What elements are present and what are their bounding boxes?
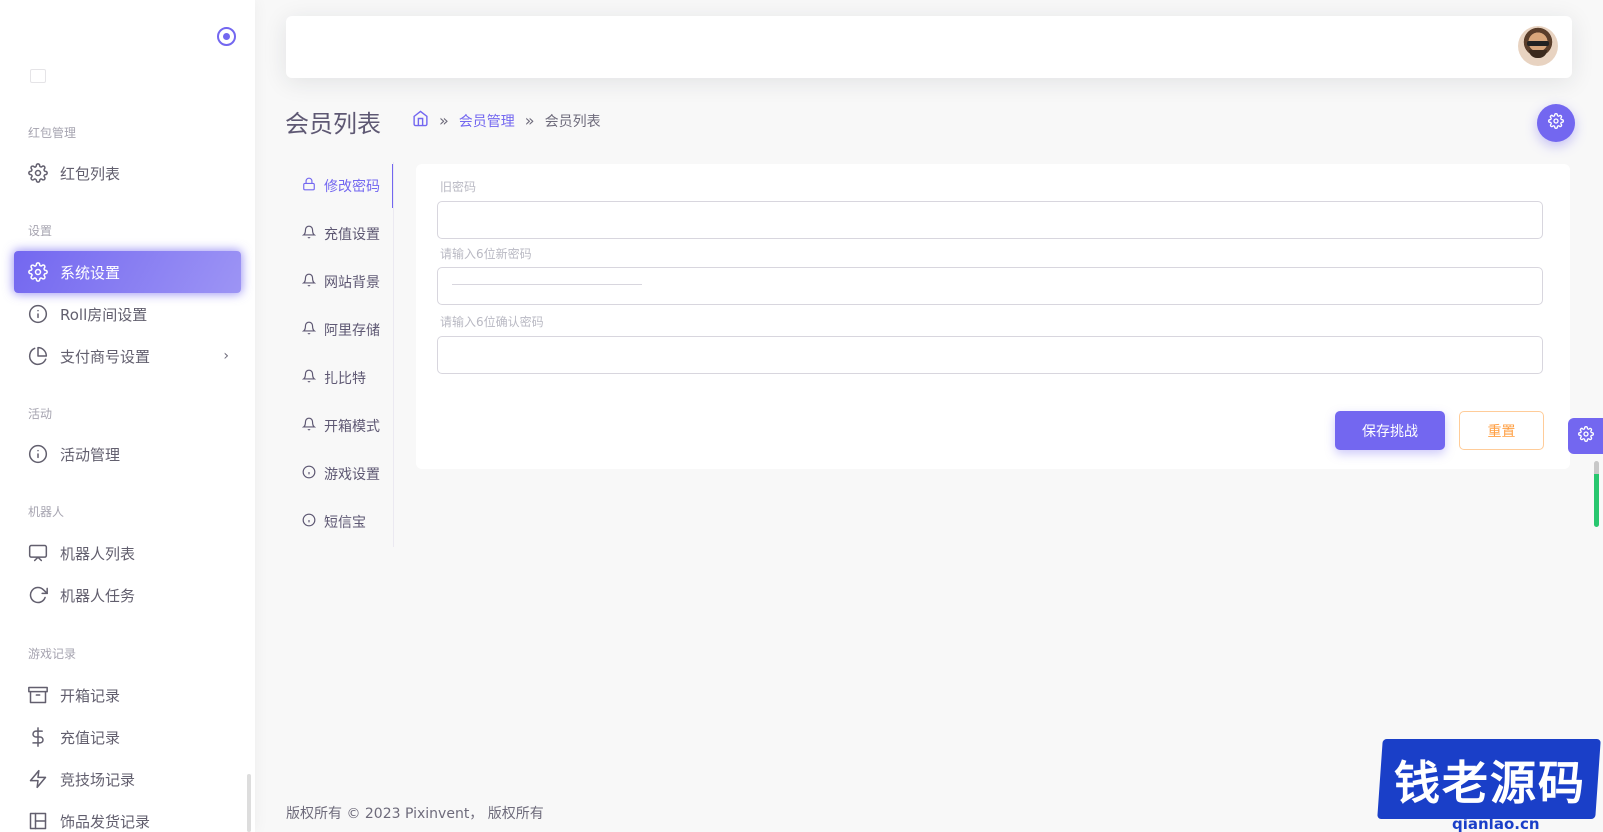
dollar-icon [28, 727, 48, 747]
tab-label: 网站背景 [324, 275, 380, 291]
sidebar: 红包管理 红包列表 设置 系统设置 Roll房间设置 支付商号设置 › 活动 活… [0, 0, 255, 832]
sidebar-item-label: 机器人任务 [60, 586, 136, 605]
sidebar-scrollbar[interactable] [247, 774, 251, 832]
tab-label: 游戏设置 [324, 467, 380, 483]
sidebar-section-title: 活动 [28, 407, 53, 421]
save-button[interactable]: 保存挑战 [1335, 411, 1445, 450]
breadcrumb-separator: » [439, 111, 449, 130]
bell-icon [301, 417, 317, 435]
home-icon[interactable] [412, 110, 429, 131]
gear-icon [28, 163, 48, 183]
archive-icon [28, 685, 48, 705]
sidebar-item-robot-tasks[interactable]: 机器人任务 [14, 574, 241, 616]
sidebar-item-arena-records[interactable]: 竞技场记录 [14, 758, 241, 800]
sidebar-item-label: 活动管理 [60, 445, 121, 464]
gear-icon [28, 262, 48, 282]
sidebar-item-case-open-records[interactable]: 开箱记录 [14, 674, 241, 716]
tab-label: 充值设置 [324, 227, 380, 243]
info-icon [302, 465, 316, 483]
sidebar-section-title: 游戏记录 [28, 647, 77, 661]
bell-icon [301, 369, 317, 387]
sidebar-faded-item [30, 66, 150, 86]
tab-label: 阿里存储 [324, 323, 380, 339]
avatar[interactable] [1518, 26, 1558, 66]
info-icon [28, 304, 48, 324]
breadcrumb: » 会员管理 » 会员列表 [412, 110, 601, 131]
tabs-divider [393, 162, 394, 547]
monitor-icon [28, 543, 48, 563]
zap-icon [28, 769, 48, 789]
confirm-password-input[interactable] [437, 336, 1543, 374]
sidebar-item-label: 系统设置 [60, 263, 121, 282]
confirm-password-label: 请输入6位确认密码 [440, 315, 544, 329]
new-password-label: 请输入6位新密码 [440, 247, 532, 261]
tab-label: 修改密码 [324, 179, 380, 195]
sidebar-item-label: 支付商号设置 [60, 347, 151, 366]
breadcrumb-separator: » [524, 111, 535, 130]
sidebar-item-robot-list[interactable]: 机器人列表 [14, 532, 241, 574]
sidebar-item-redpacket-list[interactable]: 红包列表 [14, 152, 241, 194]
tab-sms-bao[interactable]: 短信宝 [290, 498, 394, 546]
tab-case-open-mode[interactable]: 开箱模式 [290, 402, 394, 450]
watermark-text: 钱老源码 [1394, 756, 1586, 810]
old-password-label: 旧密码 [440, 180, 477, 194]
sidebar-item-recharge-records[interactable]: 充值记录 [14, 716, 241, 758]
customizer-toggle-button[interactable] [1568, 418, 1603, 454]
bell-icon [301, 273, 317, 291]
tab-change-password[interactable]: 修改密码 [290, 162, 394, 210]
breadcrumb-link-member-management[interactable]: 会员管理 [459, 111, 515, 131]
sidebar-section-title: 机器人 [28, 505, 65, 519]
tab-aliyun-storage[interactable]: 阿里存储 [290, 306, 394, 354]
sidebar-item-activity-management[interactable]: 活动管理 [14, 433, 241, 475]
gear-icon [1577, 426, 1594, 446]
bell-icon [301, 321, 317, 339]
watermark-logo: 钱老源码 qianlao.cn [1377, 725, 1603, 832]
tab-label: 扎比特 [324, 371, 366, 387]
sidebar-section-title: 红包管理 [28, 126, 77, 140]
tab-recharge-settings[interactable]: 充值设置 [290, 210, 394, 258]
sidebar-header [0, 0, 255, 72]
tab-label: 开箱模式 [324, 419, 380, 435]
tab-website-background[interactable]: 网站背景 [290, 258, 394, 306]
pie-chart-icon [28, 346, 48, 366]
sidebar-item-roll-room-settings[interactable]: Roll房间设置 [14, 293, 241, 335]
sidebar-collapse-toggle-icon[interactable] [217, 27, 236, 46]
breadcrumb-current: 会员列表 [544, 113, 601, 130]
sidebar-item-item-shipping-records[interactable]: 饰品发货记录 [14, 800, 241, 832]
page-title: 会员列表 [285, 110, 381, 138]
tab-zbit[interactable]: 扎比特 [290, 354, 394, 402]
old-password-input[interactable] [437, 201, 1543, 239]
sidebar-item-label: 竞技场记录 [60, 770, 136, 789]
sidebar-item-label: 饰品发货记录 [60, 812, 151, 831]
sidebar-item-label: 机器人列表 [60, 544, 136, 563]
sidebar-item-payment-merchant-settings[interactable]: 支付商号设置 › [14, 335, 241, 377]
tab-game-settings[interactable]: 游戏设置 [290, 450, 394, 498]
settings-tabs: 修改密码 充值设置 网站背景 阿里存储 扎比特 开箱模式 游戏设置 短信宝 [290, 162, 394, 546]
sidebar-item-label: 红包列表 [60, 164, 121, 183]
page-scroll-indicator[interactable] [1594, 461, 1599, 527]
refresh-icon [28, 585, 48, 605]
header-settings-button[interactable] [1537, 104, 1575, 142]
sidebar-item-label: Roll房间设置 [60, 305, 148, 324]
info-icon [302, 513, 316, 531]
top-navbar [286, 16, 1572, 78]
gear-icon [1548, 113, 1564, 133]
sidebar-item-label: 开箱记录 [60, 686, 121, 705]
watermark-url: qianlao.cn [1452, 815, 1540, 832]
bell-icon [301, 225, 317, 243]
grid-icon [28, 811, 48, 831]
footer-copyright: 版权所有 © 2023 Pixinvent， 版权所有 [286, 806, 544, 822]
info-icon [28, 444, 48, 464]
tab-label: 短信宝 [324, 515, 366, 531]
new-password-placeholder-line [452, 284, 642, 285]
faded-box-icon [30, 69, 46, 83]
sidebar-item-system-settings[interactable]: 系统设置 [14, 251, 241, 293]
chevron-right-icon: › [223, 348, 229, 364]
sidebar-section-title: 设置 [28, 224, 53, 238]
reset-button[interactable]: 重置 [1459, 411, 1544, 450]
new-password-input[interactable] [437, 267, 1543, 305]
sidebar-item-label: 充值记录 [60, 728, 121, 747]
lock-icon [302, 177, 316, 195]
